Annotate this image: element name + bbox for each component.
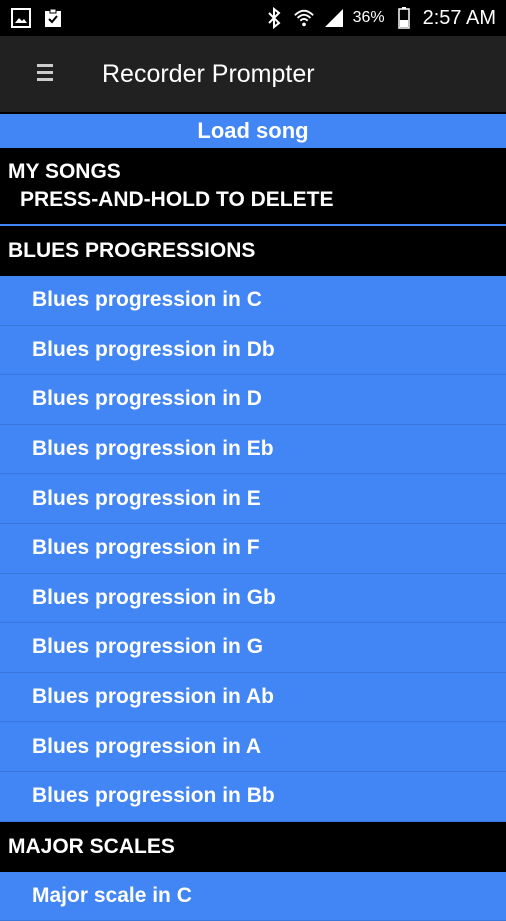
wifi-icon — [293, 7, 315, 29]
list-item[interactable]: Blues progression in Ab — [0, 672, 506, 723]
list-item[interactable]: Blues progression in C — [0, 276, 506, 326]
clock: 2:57 AM — [422, 6, 496, 29]
blues-progression-list: Blues progression in C Blues progression… — [0, 276, 506, 822]
clipboard-check-icon — [42, 7, 64, 29]
list-item[interactable]: Blues progression in F — [0, 523, 506, 574]
menu-button[interactable] — [0, 36, 90, 112]
my-songs-header[interactable]: MY SONGS PRESS-AND-HOLD TO DELETE — [0, 148, 506, 226]
battery-icon — [393, 7, 415, 29]
app-title: Recorder Prompter — [102, 59, 315, 88]
list-item[interactable]: Blues progression in E — [0, 474, 506, 524]
major-scales-header[interactable]: MAJOR SCALES — [0, 821, 506, 872]
list-item[interactable]: Blues progression in Eb — [0, 424, 506, 475]
list-item[interactable]: Blues progression in Db — [0, 325, 506, 376]
my-songs-subtitle: PRESS-AND-HOLD TO DELETE — [20, 188, 334, 211]
list-item[interactable]: Blues progression in Bb — [0, 771, 506, 822]
list-item[interactable]: Blues progression in Gb — [0, 573, 506, 624]
bluetooth-icon — [263, 7, 285, 29]
blues-progressions-header[interactable]: BLUES PROGRESSIONS — [0, 226, 506, 276]
app-bar: Recorder Prompter — [0, 36, 506, 112]
list-item[interactable]: Blues progression in G — [0, 623, 506, 673]
list-item[interactable]: Blues progression in D — [0, 375, 506, 425]
battery-percent: 36% — [352, 9, 385, 26]
my-songs-title: MY SONGS — [8, 160, 121, 183]
signal-icon — [323, 7, 345, 29]
list-item[interactable]: Blues progression in A — [0, 722, 506, 772]
load-song-button[interactable]: Load song — [0, 112, 506, 148]
hamburger-menu-icon — [37, 62, 53, 87]
list-item[interactable]: Major scale in C — [0, 871, 506, 921]
image-icon — [10, 7, 32, 29]
major-scale-list: Major scale in C — [0, 871, 506, 921]
status-bar: 36% 2:57 AM — [0, 0, 506, 36]
